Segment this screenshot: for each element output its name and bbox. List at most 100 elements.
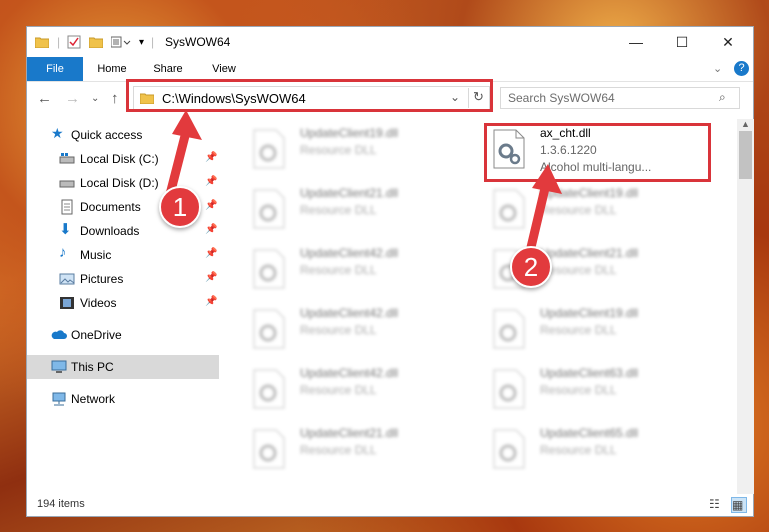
pin-icon[interactable]: 📌 bbox=[205, 296, 217, 307]
sidebar-item-label: Local Disk (D:) bbox=[80, 176, 159, 190]
sidebar-item-label: Pictures bbox=[80, 272, 124, 286]
sidebar-item-label: This PC bbox=[71, 360, 114, 374]
file-type: Resource DLL bbox=[540, 443, 617, 457]
documents-icon bbox=[59, 199, 75, 215]
file-type: Resource DLL bbox=[300, 323, 377, 337]
pin-icon[interactable]: 📌 bbox=[205, 272, 217, 283]
sidebar-item-label: Network bbox=[71, 392, 116, 406]
dll-file-icon bbox=[252, 129, 286, 169]
dll-file-icon bbox=[492, 429, 526, 469]
quick-access-chevron-icon[interactable]: ▾ bbox=[139, 33, 144, 51]
sidebar-item-onedrive[interactable]: OneDrive bbox=[27, 323, 219, 347]
recent-locations-chevron-icon[interactable]: ⌄ bbox=[91, 93, 99, 104]
file-item[interactable]: UpdateClient19.dll Resource DLL bbox=[482, 301, 702, 353]
window-title: SysWOW64 bbox=[165, 35, 231, 49]
sidebar-item-label: Videos bbox=[80, 296, 117, 310]
help-icon[interactable]: ? bbox=[734, 61, 749, 76]
folder-icon bbox=[35, 33, 49, 51]
details-view-icon[interactable]: ☷ bbox=[709, 497, 725, 513]
sidebar-item-label: OneDrive bbox=[71, 328, 122, 342]
sidebar-item-label: Documents bbox=[80, 200, 141, 214]
sidebar-item-label: Music bbox=[80, 248, 112, 262]
minimize-button[interactable]: — bbox=[613, 27, 659, 57]
download-icon: ⬇ bbox=[59, 221, 72, 238]
sidebar-item-label: Downloads bbox=[80, 224, 140, 238]
pictures-icon bbox=[59, 271, 75, 287]
file-item[interactable]: UpdateClient21.dll Resource DLL bbox=[242, 181, 462, 233]
music-icon: ♪ bbox=[59, 244, 67, 261]
tab-view[interactable]: View bbox=[201, 57, 247, 81]
sidebar-item-videos[interactable]: Videos 📌 bbox=[27, 291, 219, 315]
file-item[interactable]: UpdateClient42.dll Resource DLL bbox=[242, 301, 462, 353]
search-placeholder: Search SysWOW64 bbox=[508, 91, 615, 105]
file-item[interactable]: UpdateClient42.dll Resource DLL bbox=[242, 241, 462, 293]
file-type: Resource DLL bbox=[300, 383, 377, 397]
file-item[interactable]: UpdateClient19.dll Resource DLL bbox=[242, 121, 462, 173]
sidebar-item-music[interactable]: ♪ Music 📌 bbox=[27, 243, 219, 267]
scroll-up-icon[interactable]: ▲ bbox=[741, 119, 750, 129]
properties-icon[interactable] bbox=[67, 33, 81, 51]
dll-file-icon bbox=[252, 189, 286, 229]
back-arrow-icon[interactable]: ← bbox=[37, 90, 52, 107]
tab-home[interactable]: Home bbox=[89, 57, 135, 81]
callout-badge-one: 1 bbox=[159, 186, 201, 228]
maximize-button[interactable]: ☐ bbox=[659, 27, 705, 57]
sidebar-item-network[interactable]: Network bbox=[27, 387, 219, 411]
videos-icon bbox=[59, 295, 75, 311]
item-count: 194 items bbox=[37, 498, 85, 510]
vertical-scrollbar[interactable]: ▲ bbox=[737, 119, 754, 494]
network-icon bbox=[51, 391, 67, 407]
file-item[interactable]: UpdateClient42.dll Resource DLL bbox=[242, 361, 462, 413]
large-icons-view-icon[interactable]: ▦ bbox=[731, 497, 747, 513]
forward-arrow-icon[interactable]: → bbox=[65, 90, 80, 107]
title-bar: | ▾ | SysWOW64 — ☐ ✕ bbox=[27, 27, 753, 57]
sidebar-item-label: Quick access bbox=[71, 128, 143, 142]
scrollbar-thumb[interactable] bbox=[739, 131, 752, 179]
new-folder-icon[interactable] bbox=[89, 33, 103, 51]
file-item[interactable]: UpdateClient65.dll Resource DLL bbox=[482, 421, 702, 473]
callout-badge-two: 2 bbox=[510, 246, 552, 288]
dll-file-icon bbox=[252, 429, 286, 469]
file-name: UpdateClient42.dll bbox=[300, 366, 399, 380]
computer-icon bbox=[51, 359, 67, 375]
dll-file-icon bbox=[252, 369, 286, 409]
sidebar-item-pictures[interactable]: Pictures 📌 bbox=[27, 267, 219, 291]
pin-icon[interactable]: 📌 bbox=[205, 248, 217, 259]
explorer-window: | ▾ | SysWOW64 — ☐ ✕ File Home Share Vie… bbox=[26, 26, 754, 517]
file-name: UpdateClient19.dll bbox=[300, 126, 399, 140]
file-item[interactable]: UpdateClient21.dll Resource DLL bbox=[242, 421, 462, 473]
drive-icon bbox=[59, 151, 75, 167]
file-name: UpdateClient63.dll bbox=[540, 366, 639, 380]
close-button[interactable]: ✕ bbox=[705, 27, 751, 57]
dll-file-icon bbox=[252, 249, 286, 289]
file-type: Resource DLL bbox=[300, 203, 377, 217]
file-name: UpdateClient65.dll bbox=[540, 426, 639, 440]
dll-file-icon bbox=[492, 369, 526, 409]
up-arrow-icon[interactable]: ↑ bbox=[111, 90, 119, 107]
sidebar-item-label: Local Disk (C:) bbox=[80, 152, 159, 166]
divider: | bbox=[151, 35, 155, 49]
cloud-icon bbox=[51, 327, 67, 343]
file-name: UpdateClient42.dll bbox=[300, 306, 399, 320]
search-icon[interactable]: ⌕ bbox=[719, 90, 726, 105]
customize-icon[interactable] bbox=[111, 33, 131, 51]
address-row: ← → ⌄ ↑ C:\Windows\SysWOW64 ⌄ ↻ Search S… bbox=[27, 79, 753, 116]
file-type: Resource DLL bbox=[300, 143, 377, 157]
tab-share[interactable]: Share bbox=[145, 57, 191, 81]
divider: | bbox=[57, 35, 61, 49]
status-bar: 194 items ☷ ▦ bbox=[27, 495, 753, 517]
drive-icon bbox=[59, 175, 75, 191]
file-name: UpdateClient21.dll bbox=[300, 186, 399, 200]
dll-file-icon bbox=[252, 309, 286, 349]
expand-ribbon-icon[interactable]: ⌄ bbox=[713, 62, 722, 75]
file-type: Resource DLL bbox=[300, 443, 377, 457]
file-name: UpdateClient42.dll bbox=[300, 246, 399, 260]
search-input[interactable]: Search SysWOW64 ⌕ bbox=[500, 87, 740, 109]
star-icon: ★ bbox=[51, 125, 64, 141]
file-name: UpdateClient19.dll bbox=[540, 306, 639, 320]
file-type: Resource DLL bbox=[540, 323, 617, 337]
sidebar-item-this-pc[interactable]: This PC bbox=[27, 355, 219, 379]
file-item[interactable]: UpdateClient63.dll Resource DLL bbox=[482, 361, 702, 413]
tab-file[interactable]: File bbox=[27, 57, 83, 81]
file-name: UpdateClient21.dll bbox=[300, 426, 399, 440]
